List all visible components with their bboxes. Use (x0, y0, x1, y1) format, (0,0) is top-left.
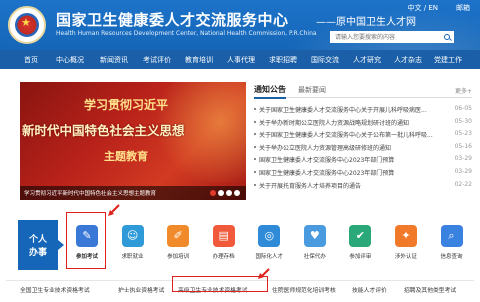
list-item[interactable]: 国家卫生健康委人才交流服务中心2023年部门预算 03-29 (254, 167, 472, 180)
language-switch-link[interactable]: 中文 / EN (408, 3, 438, 13)
service-item[interactable]: ⌕ 信息查询 (431, 220, 471, 270)
list-item[interactable]: 关于开展托育服务人才培养项目的通告 02-22 (254, 180, 472, 193)
banner-line-1: 学习贯彻习近平 (84, 98, 169, 112)
service-item[interactable]: ▤ 办理存档 (203, 220, 243, 270)
notice-date: 05-30 (454, 117, 472, 125)
notice-title[interactable]: 关于举办公立医院人力资源管理高级研修班的通知 (259, 143, 439, 152)
nav-item-news[interactable]: 新闻资讯 (92, 55, 136, 65)
service-item[interactable]: ✦ 涉外认证 (385, 220, 425, 270)
notice-title[interactable]: 国家卫生健康委人才交流服务中心2023年部门预算 (259, 155, 439, 164)
service-label[interactable]: 参加培训 (153, 252, 203, 260)
logo[interactable]: ★ (8, 6, 46, 44)
hero-banner[interactable]: 学习贯彻习近平 新时代中国特色社会主义思想 主题教育 学习贯彻习近平新时代中国特… (20, 82, 246, 200)
banner-caption[interactable]: 学习贯彻习近平新时代中国特色社会主义思想主题教育 (24, 189, 156, 197)
star-icon: ★ (21, 16, 31, 29)
service-item[interactable]: ♥ 社保代办 (294, 220, 334, 270)
banner-dot[interactable] (218, 190, 224, 196)
more-link[interactable]: 更多+ (455, 86, 472, 95)
query-icon[interactable]: ⌕ (440, 225, 463, 247)
service-grid: ✎ 参加考试 ☺ 求职就业 ✐ 参加培训 ▤ 办理存档 ◎ 国际化人才 ♥ 社保代办 ✔ 参加评审 ✦ 涉外认… (66, 220, 470, 270)
banner-dot[interactable] (210, 190, 216, 196)
service-item[interactable]: ✐ 参加培训 (157, 220, 197, 270)
service-label[interactable]: 信息查询 (427, 252, 477, 260)
site-header: ★ 国家卫生健康委人才交流服务中心 Health Human Resources… (0, 0, 480, 50)
tab-recruitment-exam[interactable]: 招聘及其他类型考试 (404, 285, 456, 294)
site-subtitle-en: Health Human Resources Development Cente… (56, 30, 317, 37)
red-arrow-icon (108, 204, 120, 216)
highlight-box-senior-exam (172, 276, 268, 292)
notice-date: 05-23 (454, 130, 472, 138)
red-arrow-icon (258, 268, 270, 279)
notice-title[interactable]: 关于国家卫生健康委人才交流服务中心关于开展儿科呼吸病医... (259, 105, 439, 114)
personal-services-label: 个人 办事 (18, 220, 64, 270)
list-item[interactable]: 关于国家卫生健康委人才交流服务中心关于开展儿科呼吸病医... 06-05 (254, 104, 472, 117)
list-item[interactable]: 关于国家卫生健康委人才交流服务中心关于公布第一批儿科呼吸... 05-23 (254, 129, 472, 142)
notice-title[interactable]: 关于举办新时期公立医院人力资源战略规划研讨班的通知 (259, 118, 439, 127)
job-icon[interactable]: ☺ (121, 225, 144, 247)
search-input[interactable] (330, 31, 440, 43)
notice-date: 03-29 (454, 155, 472, 163)
banner-dot[interactable] (234, 190, 240, 196)
service-label[interactable]: 国际化人才 (244, 252, 294, 260)
nav-item-hr-agency[interactable]: 人事代理 (220, 55, 262, 65)
nav-item-party[interactable]: 党建工作 (428, 55, 468, 65)
banner-caption-bar: 学习贯彻习近平新时代中国特色社会主义思想主题教育 (20, 186, 246, 200)
global-icon[interactable]: ◎ (258, 225, 281, 247)
list-item[interactable]: 关于举办新时期公立医院人力资源战略规划研讨班的通知 05-30 (254, 117, 472, 130)
tab-nurse-exam[interactable]: 护士执业资格考试 (118, 285, 164, 294)
list-item[interactable]: 国家卫生健康委人才交流服务中心2023年部门预算 03-29 (254, 154, 472, 167)
training-icon[interactable]: ✐ (167, 225, 190, 247)
search-button[interactable] (440, 31, 454, 43)
main-nav: 首页 中心概况 新闻资讯 考试评价 教育培训 人事代理 求职招聘 国际交流 人才… (0, 50, 480, 69)
tab-skills-evaluation[interactable]: 技能人才评价 (352, 285, 387, 294)
highlight-box-exam-service (66, 212, 106, 269)
notice-date: 05-16 (454, 142, 472, 150)
nav-item-international[interactable]: 国际交流 (304, 55, 346, 65)
notice-title[interactable]: 关于开展托育服务人才培养项目的通告 (259, 181, 439, 190)
notice-list: 关于国家卫生健康委人才交流服务中心关于开展儿科呼吸病医... 06-05 关于举办… (254, 104, 472, 192)
tab-notices[interactable]: 通知公告 (254, 84, 286, 99)
site-title: 国家卫生健康委人才交流服务中心 (56, 11, 289, 29)
notice-title[interactable]: 关于国家卫生健康委人才交流服务中心关于公布第一批儿科呼吸... (259, 130, 439, 139)
service-label[interactable]: 涉外认证 (381, 252, 431, 260)
notice-title[interactable]: 国家卫生健康委人才交流服务中心2023年部门预算 (259, 168, 439, 177)
banner-line-3: 主题教育 (104, 150, 148, 163)
archive-icon[interactable]: ▤ (212, 225, 235, 247)
banner-line-2: 新时代中国特色社会主义思想 (22, 123, 185, 138)
review-icon[interactable]: ✔ (349, 225, 372, 247)
social-icon[interactable]: ♥ (303, 225, 326, 247)
notice-tabs: 通知公告 最新要闻 更多+ (254, 84, 472, 99)
service-label[interactable]: 求职就业 (108, 252, 158, 260)
tab-residency-training-exam[interactable]: 住院医师规范化培训考核 (272, 285, 336, 294)
banner-dot[interactable] (226, 190, 232, 196)
notice-date: 03-29 (454, 167, 472, 175)
service-label[interactable]: 社保代办 (290, 252, 340, 260)
cert-icon[interactable]: ✦ (394, 225, 417, 247)
service-item[interactable]: ◎ 国际化人才 (248, 220, 288, 270)
notice-date: 06-05 (454, 105, 472, 112)
notice-date: 02-22 (454, 180, 472, 188)
tab-latest-news[interactable]: 最新要闻 (298, 85, 326, 95)
banner-pagination (208, 190, 240, 196)
nav-item-home[interactable]: 首页 (14, 55, 48, 65)
mailbox-link[interactable]: 邮箱 (456, 3, 470, 13)
nav-item-about[interactable]: 中心概况 (48, 55, 92, 65)
site-slogan: ——原中国卫生人才网 (316, 17, 416, 28)
service-item[interactable]: ☺ 求职就业 (112, 220, 152, 270)
service-item[interactable]: ✔ 参加评审 (339, 220, 379, 270)
tab-national-health-exam[interactable]: 全国卫生专业技术资格考试 (20, 285, 90, 294)
list-item[interactable]: 关于举办公立医院人力资源管理高级研修班的通知 05-16 (254, 142, 472, 155)
service-label[interactable]: 参加评审 (335, 252, 385, 260)
nav-item-jobs[interactable]: 求职招聘 (262, 55, 304, 65)
nav-item-training[interactable]: 教育培训 (178, 55, 220, 65)
nav-item-research[interactable]: 人才研究 (346, 55, 388, 65)
nav-item-magazine[interactable]: 人才杂志 (388, 55, 428, 65)
service-label[interactable]: 办理存档 (199, 252, 249, 260)
nav-item-exam[interactable]: 考试评价 (136, 55, 178, 65)
